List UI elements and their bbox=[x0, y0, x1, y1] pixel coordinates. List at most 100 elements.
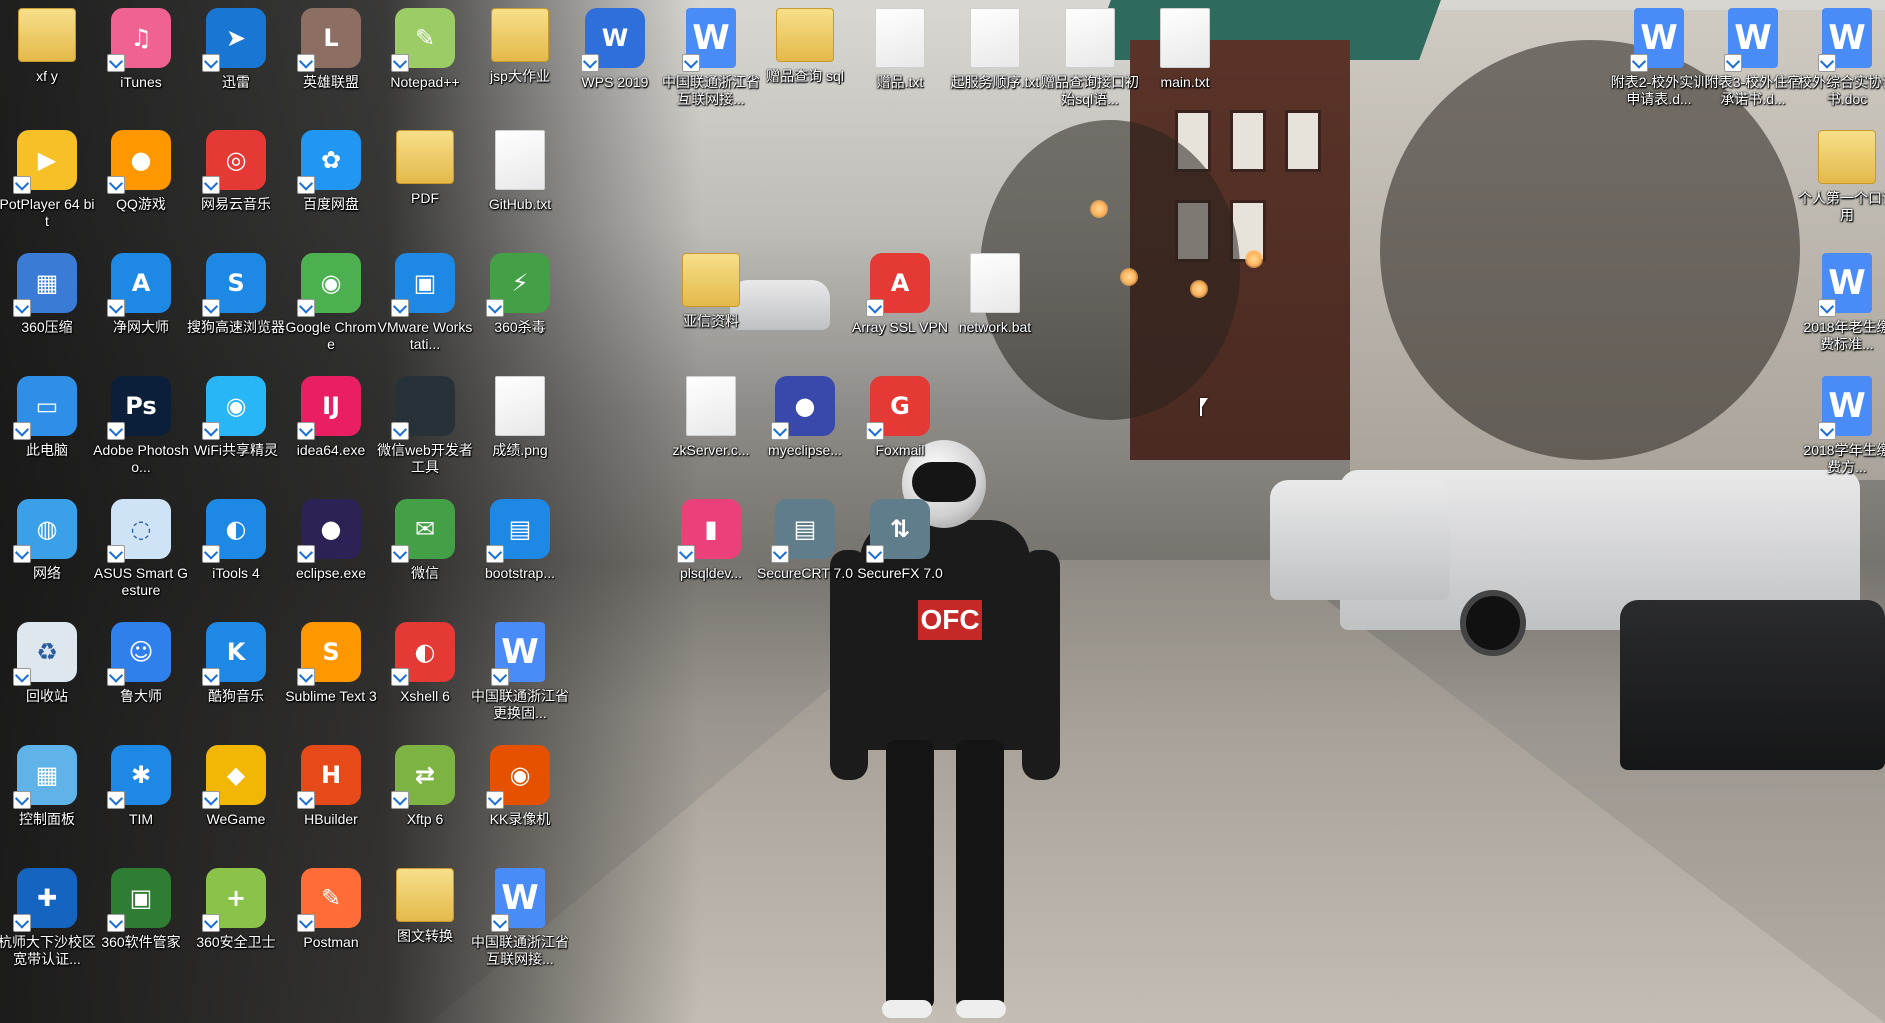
desktop-shortcut[interactable]: ▶ PotPlayer 64 bit bbox=[0, 124, 94, 240]
desktop-shortcut[interactable]: ▤ SecureCRT 7.0 bbox=[757, 493, 853, 609]
folder-icon bbox=[491, 8, 549, 62]
desktop-shortcut[interactable]: zkServer.c... bbox=[664, 370, 758, 486]
shortcut-label: Notepad++ bbox=[390, 74, 460, 90]
desktop-shortcut[interactable]: ♻ 回收站 bbox=[0, 616, 94, 732]
shortcut-label: 2018学年生缴费方... bbox=[1803, 442, 1885, 475]
shortcut-label: TIM bbox=[128, 811, 154, 827]
desktop-shortcut[interactable]: ▣ 360软件管家 bbox=[94, 862, 188, 978]
winrar-icon: ▤ bbox=[486, 499, 550, 563]
desktop-shortcut[interactable]: ● myeclipse... bbox=[758, 370, 852, 486]
desktop-shortcut[interactable]: IJ idea64.exe bbox=[284, 370, 378, 486]
wifi-share-icon: ◉ bbox=[202, 376, 266, 440]
desktop-shortcut[interactable]: xf y bbox=[0, 2, 94, 118]
desktop-shortcut[interactable]: ✿ 百度网盘 bbox=[284, 124, 378, 240]
desktop-shortcut[interactable]: ◎ 网易云音乐 bbox=[189, 124, 283, 240]
desktop-shortcut[interactable]: W WPS 2019 bbox=[568, 2, 662, 118]
desktop-shortcut[interactable]: +360安全卫士 bbox=[189, 862, 283, 978]
desktop-shortcut[interactable]: W校外综合实协议书.doc bbox=[1798, 2, 1885, 118]
desktop-shortcut[interactable]: ⇅ SecureFX 7.0 bbox=[853, 493, 947, 609]
shortcut-label: network.bat bbox=[958, 319, 1032, 335]
desktop-shortcut[interactable]: W 中国联通浙江省互联网接... bbox=[471, 862, 569, 978]
desktop-shortcut[interactable]: 赠品查询接口初始sql语... bbox=[1041, 2, 1139, 118]
desktop-shortcut[interactable]: ⚡ 360杀毒 bbox=[473, 247, 567, 363]
desktop-shortcut[interactable]: 亚信资料 bbox=[664, 247, 758, 363]
desktop-shortcut[interactable]: ◉ Google Chrome bbox=[284, 247, 378, 363]
folder-icon bbox=[1818, 130, 1876, 184]
shortcut-label: 360安全卫士 bbox=[196, 934, 276, 950]
desktop-shortcut[interactable]: ▣ VMware Workstati... bbox=[378, 247, 472, 363]
desktop-shortcut[interactable]: ⇄ Xftp 6 bbox=[378, 739, 472, 855]
desktop-shortcut[interactable]: ● QQ游戏 bbox=[94, 124, 188, 240]
shortcut-label: myeclipse... bbox=[768, 442, 842, 458]
desktop-shortcut[interactable]: ✎ Postman bbox=[284, 862, 378, 978]
360zip-icon: ▦ bbox=[13, 253, 77, 317]
shortcut-label: 网络 bbox=[33, 565, 61, 581]
desktop-shortcut[interactable]: A 净网大师 bbox=[94, 247, 188, 363]
desktop-shortcut[interactable]: W 中国联通浙江省互联网接... bbox=[662, 2, 760, 118]
desktop-shortcut[interactable]: W 2018年老生缴费标准... bbox=[1800, 247, 1885, 363]
xftp-icon: ⇄ bbox=[391, 745, 455, 809]
desktop-shortcut[interactable]: ➤ 迅雷 bbox=[189, 2, 283, 118]
desktop-shortcut[interactable]: ◐ Xshell 6 bbox=[378, 616, 472, 732]
netease-music-icon: ◎ bbox=[202, 130, 266, 194]
desktop-shortcut[interactable]: 赠品查询 sql bbox=[758, 2, 852, 118]
desktop-shortcut[interactable]: GitHub.txt bbox=[473, 124, 567, 240]
desktop-shortcut[interactable]: ▦ 360压缩 bbox=[0, 247, 94, 363]
text-file-icon bbox=[1160, 8, 1210, 68]
desktop-shortcut[interactable]: ◐ iTools 4 bbox=[189, 493, 283, 609]
desktop-shortcut[interactable]: 图文转换 bbox=[378, 862, 472, 978]
desktop-shortcut[interactable]: Ps Adobe Photosho... bbox=[93, 370, 189, 486]
desktop-shortcut[interactable]: ◆ WeGame bbox=[189, 739, 283, 855]
desktop-shortcut[interactable]: ◉ KK录像机 bbox=[473, 739, 567, 855]
desktop-shortcut[interactable]: ☺ 鲁大师 bbox=[94, 616, 188, 732]
desktop-shortcut[interactable]: W 附表3-校外住宿承诺书.d... bbox=[1705, 2, 1801, 118]
securefx-icon: ⇅ bbox=[866, 499, 930, 563]
desktop-shortcut[interactable]: 微信web开发者工具 bbox=[377, 370, 473, 486]
intellij-icon: IJ bbox=[297, 376, 361, 440]
desktop-shortcut[interactable]: main.txt bbox=[1138, 2, 1232, 118]
desktop-shortcut[interactable]: G Foxmail bbox=[853, 370, 947, 486]
desktop-shortcut[interactable]: W 中国联通浙江省更换固... bbox=[471, 616, 569, 732]
desktop-shortcut[interactable]: K 酷狗音乐 bbox=[189, 616, 283, 732]
desktop-shortcut[interactable]: 个人第一个口调用 bbox=[1798, 124, 1885, 240]
desktop-shortcut[interactable]: A Array SSL VPN bbox=[852, 247, 948, 363]
desktop-shortcut[interactable]: ● eclipse.exe bbox=[284, 493, 378, 609]
shortcut-label: Adobe Photosho... bbox=[93, 442, 189, 475]
desktop-shortcut[interactable]: network.bat bbox=[948, 247, 1042, 363]
desktop-shortcut[interactable]: 起服务顺序.txt bbox=[948, 2, 1042, 118]
shortcut-label: 360杀毒 bbox=[494, 319, 546, 335]
kugou-icon: K bbox=[202, 622, 266, 686]
desktop-shortcut[interactable]: H HBuilder bbox=[284, 739, 378, 855]
desktop-shortcut[interactable]: W 2018学年生缴费方... bbox=[1800, 370, 1885, 486]
shortcut-label: 百度网盘 bbox=[303, 196, 359, 212]
desktop-shortcut[interactable]: PDF bbox=[378, 124, 472, 240]
desktop-shortcut[interactable]: 赠品.txt bbox=[853, 2, 947, 118]
thunder-icon: ➤ bbox=[202, 8, 266, 72]
desktop-shortcut[interactable]: W 附表2-校外实训申请表.d... bbox=[1611, 2, 1707, 118]
desktop-shortcut[interactable]: ◌ ASUS Smart Gesture bbox=[94, 493, 188, 609]
desktop-shortcut[interactable]: S 搜狗高速浏览器 bbox=[187, 247, 285, 363]
desktop-shortcut[interactable]: jsp大作业 bbox=[473, 2, 567, 118]
qq-game-icon: ● bbox=[107, 130, 171, 194]
desktop-shortcut[interactable]: ♫ iTunes bbox=[94, 2, 188, 118]
desktop-shortcut[interactable]: ▮ plsqldev... bbox=[664, 493, 758, 609]
desktop-shortcut[interactable]: ✱ TIM bbox=[94, 739, 188, 855]
desktop-shortcut[interactable]: ▤ bootstrap... bbox=[473, 493, 567, 609]
desktop-shortcut[interactable]: ◍ 网络 bbox=[0, 493, 94, 609]
desktop-shortcut[interactable]: ✚ 杭师大下沙校区宽带认证... bbox=[0, 862, 96, 978]
shortcut-label: iTools 4 bbox=[212, 565, 260, 581]
shortcut-label: 网易云音乐 bbox=[201, 196, 271, 212]
word-doc-icon: W bbox=[682, 8, 736, 72]
shortcut-label: QQ游戏 bbox=[116, 196, 166, 212]
desktop-shortcut[interactable]: ▭ 此电脑 bbox=[0, 370, 94, 486]
desktop-shortcut[interactable]: ▦ 控制面板 bbox=[0, 739, 94, 855]
desktop-shortcut[interactable]: ◉ WiFi共享精灵 bbox=[189, 370, 283, 486]
desktop-shortcut[interactable]: ✎ Notepad++ bbox=[378, 2, 472, 118]
desktop-shortcut[interactable]: L 英雄联盟 bbox=[284, 2, 378, 118]
word-doc-icon: W bbox=[1630, 8, 1684, 72]
photoshop-icon: Ps bbox=[107, 376, 171, 440]
desktop-shortcut[interactable]: ✉ 微信 bbox=[378, 493, 472, 609]
desktop-shortcut[interactable]: S Sublime Text 3 bbox=[284, 616, 378, 732]
shortcut-label: 净网大师 bbox=[113, 319, 169, 335]
desktop-shortcut[interactable]: 成绩.png bbox=[473, 370, 567, 486]
